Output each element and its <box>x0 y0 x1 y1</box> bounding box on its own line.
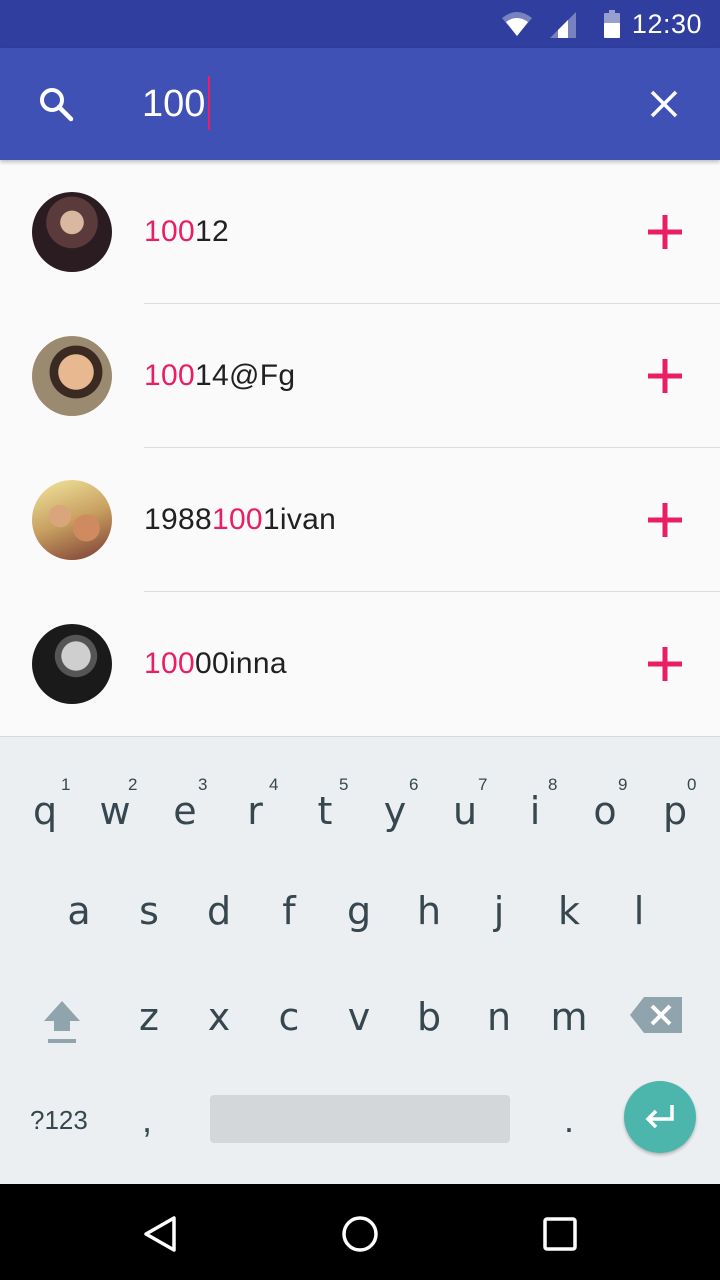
spacebar[interactable] <box>210 1095 510 1143</box>
wifi-icon <box>502 12 532 36</box>
key-e[interactable]: e <box>150 787 220 835</box>
navigation-bar <box>0 1184 720 1280</box>
key-hint: 4 <box>269 775 279 794</box>
enter-icon <box>645 1105 674 1129</box>
screen: 12:30 100 10012 10014@Fg 19881001ivan 10… <box>0 0 720 1280</box>
backspace-icon[interactable] <box>630 997 682 1033</box>
username: 10014@Fg <box>144 359 296 392</box>
avatar <box>32 336 112 416</box>
username: 10012 <box>144 215 229 248</box>
key-hint: 9 <box>618 775 628 794</box>
key-hint: 8 <box>548 775 558 794</box>
key-r[interactable]: r <box>220 787 290 835</box>
back-icon[interactable] <box>138 1212 182 1256</box>
key-h[interactable]: h <box>394 887 464 935</box>
key-hint: 5 <box>339 775 349 794</box>
battery-icon <box>604 10 620 38</box>
text-cursor <box>208 76 210 130</box>
key-y[interactable]: y <box>360 787 430 835</box>
avatar <box>32 192 112 272</box>
key-b[interactable]: b <box>394 993 464 1041</box>
key-x[interactable]: x <box>184 993 254 1041</box>
key-c[interactable]: c <box>254 993 324 1041</box>
username: 19881001ivan <box>144 503 337 536</box>
shift-icon[interactable] <box>42 999 82 1045</box>
key-n[interactable]: n <box>464 993 534 1041</box>
username: 10000inna <box>144 647 287 680</box>
symbols-key[interactable]: ?123 <box>30 1105 88 1136</box>
home-icon[interactable] <box>338 1212 382 1256</box>
key-m[interactable]: m <box>534 993 604 1041</box>
key-hint: 6 <box>409 775 419 794</box>
clock: 12:30 <box>631 9 702 39</box>
list-item[interactable]: 19881001ivan <box>0 448 720 592</box>
close-icon[interactable] <box>646 86 682 122</box>
key-a[interactable]: a <box>44 887 114 935</box>
key-period[interactable]: . <box>564 1099 574 1141</box>
key-p[interactable]: p <box>640 787 710 835</box>
status-bar: 12:30 <box>0 0 720 48</box>
avatar <box>32 480 112 560</box>
key-j[interactable]: j <box>464 887 534 935</box>
key-d[interactable]: d <box>184 887 254 935</box>
key-hint: 1 <box>61 775 71 794</box>
key-hint: 0 <box>687 775 697 794</box>
recents-icon[interactable] <box>538 1212 582 1256</box>
key-f[interactable]: f <box>254 887 324 935</box>
key-z[interactable]: z <box>114 993 184 1041</box>
avatar <box>32 624 112 704</box>
key-u[interactable]: u <box>430 787 500 835</box>
key-i[interactable]: i <box>500 787 570 835</box>
cell-signal-icon <box>550 12 576 38</box>
results-list: 10012 10014@Fg 19881001ivan 10000inna <box>0 160 720 736</box>
search-icon[interactable] <box>36 84 76 124</box>
add-icon[interactable] <box>646 213 684 251</box>
key-k[interactable]: k <box>534 887 604 935</box>
key-s[interactable]: s <box>114 887 184 935</box>
key-w[interactable]: w <box>80 787 150 835</box>
key-comma[interactable]: , <box>142 1099 152 1141</box>
key-hint: 3 <box>198 775 208 794</box>
key-hint: 2 <box>128 775 138 794</box>
key-g[interactable]: g <box>324 887 394 935</box>
list-item[interactable]: 10014@Fg <box>0 304 720 448</box>
key-v[interactable]: v <box>324 993 394 1041</box>
list-item[interactable]: 10012 <box>0 160 720 304</box>
key-l[interactable]: l <box>604 887 674 935</box>
add-icon[interactable] <box>646 645 684 683</box>
key-hint: 7 <box>478 775 488 794</box>
add-icon[interactable] <box>646 501 684 539</box>
key-o[interactable]: o <box>570 787 640 835</box>
enter-key[interactable] <box>624 1081 696 1153</box>
soft-keyboard: q w e r t y u i o p 1 2 3 4 5 6 7 8 9 0 … <box>0 736 720 1184</box>
search-input[interactable]: 100 <box>142 80 205 128</box>
key-t[interactable]: t <box>290 787 360 835</box>
list-item[interactable]: 10000inna <box>0 592 720 736</box>
add-icon[interactable] <box>646 357 684 395</box>
search-bar: 100 <box>0 48 720 160</box>
